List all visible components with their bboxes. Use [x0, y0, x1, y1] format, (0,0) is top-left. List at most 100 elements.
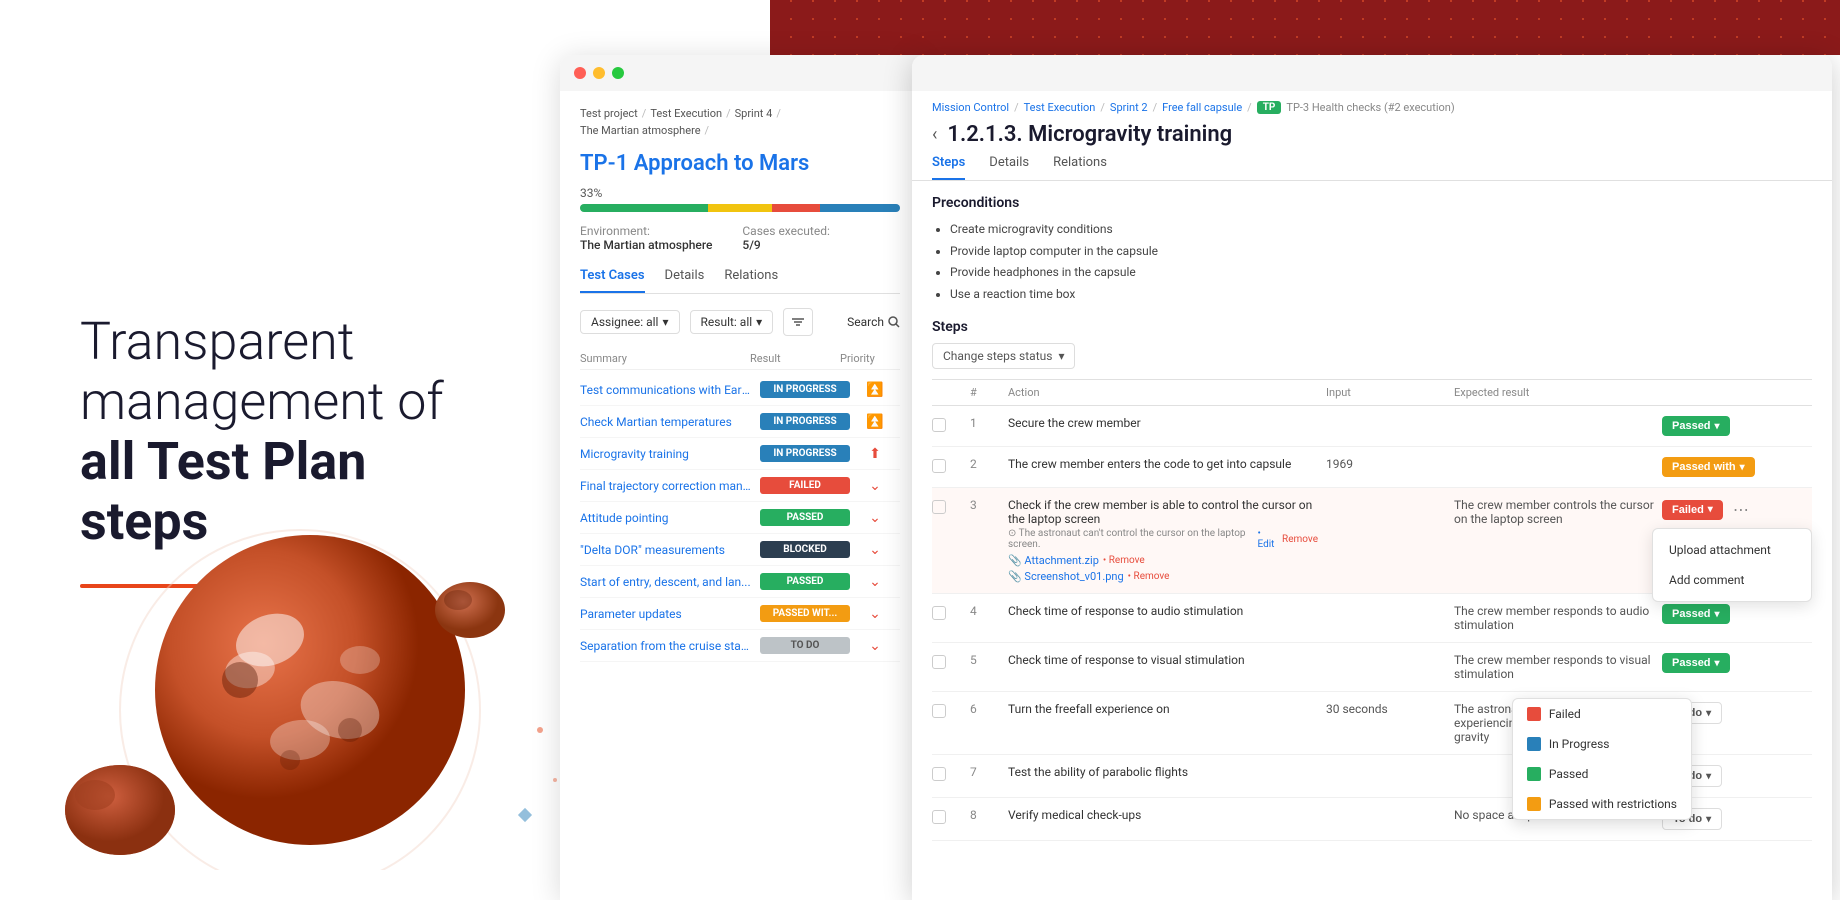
step-status-button[interactable]: Passed ▾ — [1662, 604, 1730, 624]
back-button[interactable]: ‹ — [932, 124, 937, 145]
step-checkbox[interactable] — [932, 704, 946, 718]
tab-relations-1[interactable]: Relations — [724, 268, 778, 293]
precondition-item: Create microgravity conditions — [950, 219, 1812, 241]
detail-header: ‹ 1.2.1.3. Microgravity training — [912, 114, 1832, 155]
step-action: Test the ability of parabolic flights — [1008, 765, 1318, 779]
status-dropdown-item[interactable]: In Progress — [1513, 729, 1691, 759]
pb-yellow — [708, 204, 772, 212]
step-more-button[interactable]: ⋯ — [1727, 498, 1755, 521]
status-badge: FAILED — [760, 477, 850, 494]
table-row: 5 Check time of response to visual stimu… — [932, 643, 1812, 692]
traffic-light-red[interactable] — [574, 67, 586, 79]
status-color-swatch — [1527, 797, 1541, 811]
pb-red — [772, 204, 820, 212]
priority-icon: ⌄ — [850, 478, 900, 494]
test-item-name: Start of entry, descent, and lan... — [580, 575, 760, 589]
priority-icon: ⏫ — [850, 382, 900, 398]
step-status-button[interactable]: Failed ▾ — [1662, 500, 1723, 520]
step-status-button[interactable]: Passed ▾ — [1662, 416, 1730, 436]
step-status-button[interactable]: Passed ▾ — [1662, 653, 1730, 673]
step-action: The crew member enters the code to get i… — [1008, 457, 1318, 471]
step-checkbox[interactable] — [932, 459, 946, 473]
assignee-filter[interactable]: Assignee: all ▾ — [580, 310, 680, 334]
list-item[interactable]: Start of entry, descent, and lan... PASS… — [580, 566, 900, 598]
list-item[interactable]: Parameter updates PASSED WIT... ⌄ — [580, 598, 900, 630]
attachment-link[interactable]: 📎 Screenshot_v01.png • Remove — [1008, 570, 1318, 583]
step-checkbox[interactable] — [932, 655, 946, 669]
step-expected: The crew member controls the cursor on t… — [1454, 498, 1654, 526]
step-checkbox[interactable] — [932, 767, 946, 781]
step-checkbox[interactable] — [932, 500, 946, 514]
test-plan-title[interactable]: TP-1 Approach to Mars — [580, 151, 900, 176]
remove-attachment[interactable]: • Remove — [1128, 571, 1170, 582]
remove-note[interactable]: Remove — [1282, 534, 1318, 545]
status-dropdown-item[interactable]: Passed — [1513, 759, 1691, 789]
status-dropdown-menu: Failed In Progress Passed Passed with re… — [1512, 698, 1692, 820]
tab-details-1[interactable]: Details — [665, 268, 705, 293]
status-label: Passed with restrictions — [1549, 797, 1677, 811]
status-color-swatch — [1527, 707, 1541, 721]
browser-content-1: Test project / Test Execution / Sprint 4… — [560, 91, 920, 900]
tab-relations-2[interactable]: Relations — [1053, 155, 1107, 180]
add-comment-menu-item[interactable]: Add comment — [1653, 565, 1811, 595]
filter-icon-button[interactable] — [783, 308, 813, 336]
chevron-down-icon: ▾ — [1715, 658, 1720, 669]
step-input: 1969 — [1326, 457, 1446, 471]
list-item[interactable]: Final trajectory correction maneuvers FA… — [580, 470, 900, 502]
test-item-name: Check Martian temperatures — [580, 415, 760, 429]
result-filter[interactable]: Result: all ▾ — [690, 310, 774, 334]
status-badge: PASSED WIT... — [760, 605, 850, 622]
table-row: 3 Check if the crew member is able to co… — [932, 488, 1812, 594]
test-item-name: Test communications with Earth — [580, 383, 760, 397]
step-number: 7 — [970, 765, 1000, 779]
table-row: 1 Secure the crew member Passed ▾ — [932, 406, 1812, 447]
upload-attachment-menu-item[interactable]: Upload attachment — [1653, 535, 1811, 565]
list-item[interactable]: Separation from the cruise stage TO DO ⌄ — [580, 630, 900, 662]
traffic-light-yellow[interactable] — [593, 67, 605, 79]
tab-steps[interactable]: Steps — [932, 155, 965, 180]
list-item[interactable]: "Delta DOR" measurements BLOCKED ⌄ — [580, 534, 900, 566]
search-button[interactable]: Search — [847, 315, 900, 329]
title-line1: Transparent — [80, 311, 354, 372]
progress-label: 33% — [580, 186, 900, 200]
status-dropdown-item[interactable]: Failed — [1513, 699, 1691, 729]
tab-test-cases[interactable]: Test Cases — [580, 268, 645, 293]
edit-note[interactable]: • Edit — [1258, 528, 1279, 550]
attachment-link[interactable]: 📎 Attachment.zip • Remove — [1008, 554, 1318, 567]
remove-attachment[interactable]: • Remove — [1103, 555, 1145, 566]
step-status-button[interactable]: Passed with ▾ — [1662, 457, 1755, 477]
list-item[interactable]: Microgravity training IN PROGRESS ⬆ — [580, 438, 900, 470]
test-table-header: Summary Result Priority — [580, 348, 900, 370]
step-expected: The crew member responds to visual stimu… — [1454, 653, 1654, 681]
list-item[interactable]: Test communications with Earth IN PROGRE… — [580, 374, 900, 406]
list-item[interactable]: Check Martian temperatures IN PROGRESS ⏫ — [580, 406, 900, 438]
step-number: 4 — [970, 604, 1000, 618]
title-line2: management of — [80, 371, 444, 432]
change-status-dropdown[interactable]: Change steps status ▾ — [932, 343, 1075, 369]
priority-icon: ⌄ — [850, 542, 900, 558]
priority-icon: ⌄ — [850, 574, 900, 590]
step-action: Check if the crew member is able to cont… — [1008, 498, 1318, 583]
chevron-down-icon: ▾ — [1715, 421, 1720, 432]
test-item-name: Final trajectory correction maneuvers — [580, 479, 760, 493]
status-dropdown-item[interactable]: Passed with restrictions — [1513, 789, 1691, 819]
precondition-item: Use a reaction time box — [950, 284, 1812, 306]
step-checkbox[interactable] — [932, 418, 946, 432]
step-checkbox[interactable] — [932, 810, 946, 824]
chevron-down-icon: ▾ — [1706, 814, 1711, 825]
dots-pattern — [770, 0, 1840, 55]
status-badge: IN PROGRESS — [760, 381, 850, 398]
status-badge: PASSED — [760, 573, 850, 590]
status-badge: PASSED — [760, 509, 850, 526]
list-item[interactable]: Attitude pointing PASSED ⌄ — [580, 502, 900, 534]
precondition-item: Provide headphones in the capsule — [950, 262, 1812, 284]
test-item-name: "Delta DOR" measurements — [580, 543, 760, 557]
preconditions-title: Preconditions — [932, 195, 1812, 211]
priority-icon: ⬆ — [850, 446, 900, 462]
search-icon — [888, 316, 900, 328]
detail-tabs: Steps Details Relations — [912, 155, 1832, 181]
traffic-light-green[interactable] — [612, 67, 624, 79]
steps-table-header: # Action Input Expected result — [932, 379, 1812, 406]
step-checkbox[interactable] — [932, 606, 946, 620]
tab-details-2[interactable]: Details — [989, 155, 1029, 180]
